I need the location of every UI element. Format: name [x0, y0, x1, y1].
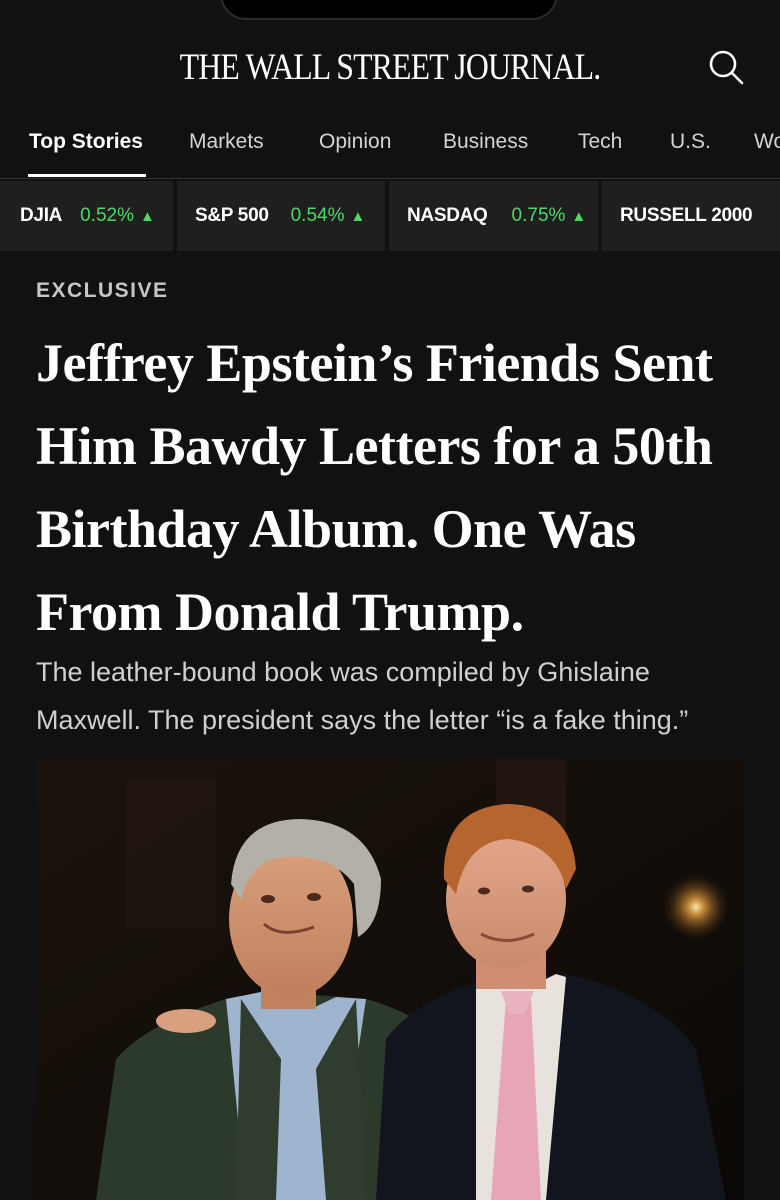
ticker-name: NASDAQ — [407, 205, 488, 226]
ticker-name: S&P 500 — [195, 205, 269, 226]
tab-world[interactable]: Wo — [754, 130, 780, 154]
article-dek: The leather-bound book was compiled by G… — [36, 657, 689, 735]
tab-us[interactable]: U.S. — [670, 130, 711, 154]
market-ticker: DJIA 0.52% ▲ S&P 500 0.54% ▲ NASDAQ 0.75… — [0, 181, 780, 251]
active-tab-indicator — [28, 174, 146, 177]
photo-illustration — [36, 759, 744, 1200]
ticker-change: 0.54% — [290, 205, 345, 226]
wsj-logo[interactable]: THE WALL STREET JOURNAL. — [55, 46, 726, 89]
search-button[interactable] — [706, 48, 746, 88]
ticker-djia[interactable]: DJIA 0.52% ▲ — [0, 181, 173, 251]
tab-business[interactable]: Business — [443, 130, 528, 154]
tab-tech[interactable]: Tech — [578, 130, 622, 154]
ticker-nasdaq[interactable]: NASDAQ 0.75% ▲ — [389, 181, 598, 251]
triangle-up-icon: ▲ — [350, 207, 366, 225]
article-photo[interactable] — [36, 759, 744, 1200]
search-icon — [709, 50, 744, 85]
ticker-change: 0.75% — [511, 205, 566, 226]
ticker-change: 0.52% — [80, 205, 134, 226]
exclusive-flag: EXCLUSIVE — [36, 279, 169, 302]
triangle-up-icon: ▲ — [139, 207, 155, 225]
section-nav: Top Stories Markets Opinion Business Tec… — [0, 118, 780, 180]
ticker-russell-2000[interactable]: RUSSELL 2000 — [602, 181, 780, 251]
article-headline[interactable]: Jeffrey Epstein’s Friends Sent Him Bawdy… — [36, 322, 756, 654]
triangle-up-icon: ▲ — [571, 207, 587, 225]
nav-divider — [0, 178, 780, 179]
tab-opinion[interactable]: Opinion — [319, 130, 391, 154]
ticker-sp500[interactable]: S&P 500 0.54% ▲ — [177, 181, 385, 251]
ticker-name: RUSSELL 2000 — [620, 205, 753, 226]
tab-markets[interactable]: Markets — [189, 130, 264, 154]
ticker-name: DJIA — [20, 205, 63, 226]
tab-top-stories[interactable]: Top Stories — [29, 130, 143, 154]
masthead: THE WALL STREET JOURNAL. — [0, 0, 780, 118]
